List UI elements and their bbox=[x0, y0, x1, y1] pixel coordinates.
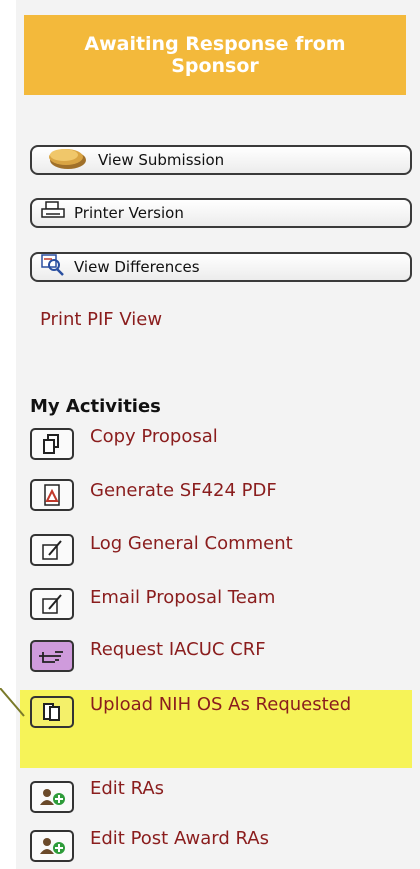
add-user-icon[interactable] bbox=[30, 781, 74, 813]
activity-copy-proposal[interactable]: Copy Proposal bbox=[90, 424, 218, 450]
printer-icon bbox=[40, 200, 66, 226]
activity-generate-sf424-pdf[interactable]: Generate SF424 PDF bbox=[90, 478, 277, 504]
activity-edit-post-award-ras[interactable]: Edit Post Award RAs bbox=[90, 826, 269, 852]
add-user-icon[interactable] bbox=[30, 830, 74, 862]
callout-connector bbox=[0, 688, 25, 717]
printer-version-label: Printer Version bbox=[74, 204, 184, 222]
my-activities-heading: My Activities bbox=[30, 396, 161, 417]
comment-pencil-icon[interactable] bbox=[30, 588, 74, 620]
copy-icon[interactable] bbox=[30, 428, 74, 460]
activity-edit-ras[interactable]: Edit RAs bbox=[90, 776, 164, 802]
document-stack-icon[interactable] bbox=[30, 696, 74, 728]
view-submission-label: View Submission bbox=[98, 151, 225, 169]
activity-request-iacuc-crf[interactable]: Request IACUC CRF bbox=[90, 637, 266, 663]
comment-pencil-icon[interactable] bbox=[30, 534, 74, 566]
coin-stack-icon bbox=[40, 145, 90, 175]
view-differences-button[interactable]: View Differences bbox=[30, 252, 412, 282]
activity-email-proposal-team[interactable]: Email Proposal Team bbox=[90, 585, 275, 611]
activity-log-general-comment[interactable]: Log General Comment bbox=[90, 531, 293, 557]
view-submission-button[interactable]: View Submission bbox=[30, 145, 412, 175]
activity-upload-nih-os[interactable]: Upload NIH OS As Requested bbox=[90, 692, 390, 718]
status-banner: Awaiting Response from Sponsor bbox=[24, 15, 406, 95]
compare-magnifier-icon bbox=[40, 253, 66, 281]
view-differences-label: View Differences bbox=[74, 258, 200, 276]
print-pif-view-link[interactable]: Print PIF View bbox=[40, 309, 162, 330]
pointing-hand-icon[interactable] bbox=[30, 640, 74, 672]
pdf-icon[interactable] bbox=[30, 479, 74, 511]
printer-version-button[interactable]: Printer Version bbox=[30, 198, 412, 228]
